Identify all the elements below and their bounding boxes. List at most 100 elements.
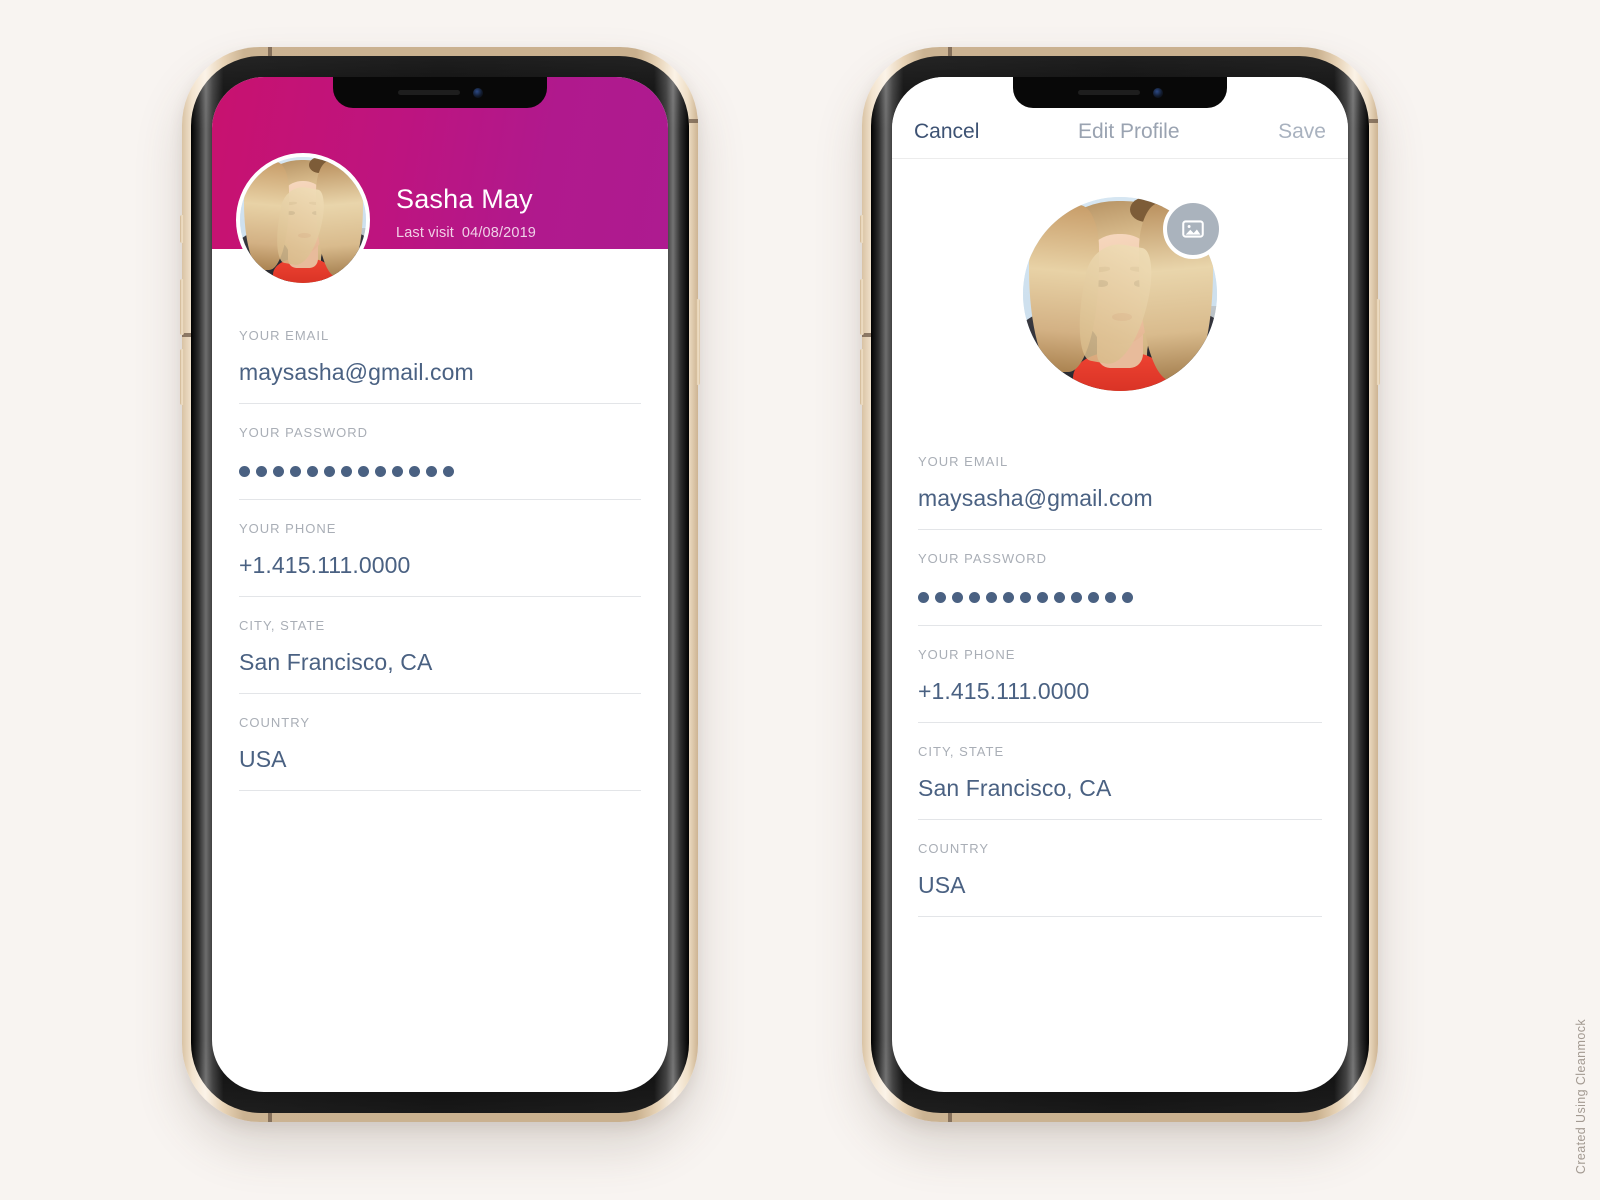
earpiece-speaker-icon bbox=[1077, 90, 1140, 95]
field-city-state[interactable]: CITY, STATE San Francisco, CA bbox=[918, 723, 1322, 820]
silent-switch-button[interactable] bbox=[180, 215, 184, 243]
field-your-password[interactable]: YOUR PASSWORD bbox=[239, 404, 641, 500]
antenna-seam bbox=[268, 47, 272, 56]
phone-field[interactable]: +1.415.111.0000 bbox=[918, 678, 1322, 705]
password-dot bbox=[426, 465, 437, 477]
front-camera-icon bbox=[472, 87, 483, 98]
volume-up-button[interactable] bbox=[860, 279, 864, 335]
mockup-stage: Sasha May Last visit 04/08/2019 YOUR EMAI… bbox=[0, 0, 1600, 1200]
password-field[interactable] bbox=[239, 460, 641, 482]
antenna-seam bbox=[948, 47, 952, 56]
password-dot bbox=[273, 465, 284, 477]
password-dot bbox=[935, 591, 946, 603]
phone-device-profile: Sasha May Last visit 04/08/2019 YOUR EMAI… bbox=[180, 47, 700, 1122]
save-button[interactable]: Save bbox=[1278, 120, 1326, 144]
field-your-password[interactable]: YOUR PASSWORD bbox=[918, 530, 1322, 626]
antenna-seam bbox=[948, 1113, 952, 1122]
front-camera-icon bbox=[1152, 87, 1163, 98]
country-field[interactable]: USA bbox=[239, 746, 641, 773]
country-field[interactable]: USA bbox=[918, 872, 1322, 899]
password-dot bbox=[1105, 591, 1116, 603]
image-icon bbox=[1182, 220, 1204, 238]
field-label: YOUR EMAIL bbox=[918, 454, 1009, 469]
password-dot bbox=[290, 465, 301, 477]
city-state-field[interactable]: San Francisco, CA bbox=[918, 775, 1322, 802]
password-dot bbox=[341, 465, 352, 477]
password-dot bbox=[256, 465, 267, 477]
device-notch bbox=[1013, 77, 1227, 108]
password-dot bbox=[1122, 591, 1133, 603]
antenna-seam bbox=[689, 119, 698, 123]
field-your-email[interactable]: YOUR EMAIL maysasha@gmail.com bbox=[918, 433, 1322, 530]
field-your-email[interactable]: YOUR EMAIL maysasha@gmail.com bbox=[239, 307, 641, 404]
profile-field-list: YOUR EMAIL maysasha@gmail.com YOUR PASSW… bbox=[212, 249, 668, 791]
device-notch bbox=[333, 77, 547, 108]
avatar-editor bbox=[1023, 197, 1223, 391]
change-photo-button[interactable] bbox=[1163, 199, 1223, 259]
email-field[interactable]: maysasha@gmail.com bbox=[239, 359, 641, 386]
field-label: CITY, STATE bbox=[239, 618, 326, 633]
last-visit: Last visit 04/08/2019 bbox=[396, 225, 536, 241]
field-country[interactable]: COUNTRY USA bbox=[239, 694, 641, 791]
password-field[interactable] bbox=[918, 586, 1322, 608]
phone-body: Cancel Edit Profile Save YOUR EMAIL mays… bbox=[871, 56, 1369, 1113]
field-label: COUNTRY bbox=[239, 715, 311, 730]
password-dot bbox=[392, 465, 403, 477]
profile-hero-row: Sasha May Last visit 04/08/2019 bbox=[236, 153, 536, 287]
watermark: Created Using Cleanmock bbox=[1574, 1018, 1588, 1174]
page-title: Edit Profile bbox=[1077, 120, 1180, 143]
app-screen-profile: Sasha May Last visit 04/08/2019 YOUR EMAI… bbox=[212, 77, 668, 1092]
field-city-state[interactable]: CITY, STATE San Francisco, CA bbox=[239, 597, 641, 694]
phone-body: Sasha May Last visit 04/08/2019 YOUR EMAI… bbox=[191, 56, 689, 1113]
last-visit-date: 04/08/2019 bbox=[461, 225, 536, 241]
password-dot bbox=[952, 591, 963, 603]
city-state-field[interactable]: San Francisco, CA bbox=[239, 649, 641, 676]
password-dot bbox=[986, 591, 997, 603]
password-dot bbox=[307, 465, 318, 477]
email-field[interactable]: maysasha@gmail.com bbox=[918, 485, 1322, 512]
phone-field[interactable]: +1.415.111.0000 bbox=[239, 552, 641, 579]
volume-down-button[interactable] bbox=[860, 349, 864, 405]
avatar[interactable] bbox=[236, 153, 370, 287]
field-label: YOUR PHONE bbox=[239, 521, 337, 536]
antenna-seam bbox=[1369, 119, 1378, 123]
power-button[interactable] bbox=[1376, 299, 1380, 385]
field-label: YOUR EMAIL bbox=[239, 328, 330, 343]
password-dot bbox=[443, 465, 454, 477]
password-dot bbox=[409, 465, 420, 477]
password-dot bbox=[1020, 591, 1031, 603]
password-dot bbox=[1037, 591, 1048, 603]
edit-field-list: YOUR EMAIL maysasha@gmail.com YOUR PASSW… bbox=[892, 391, 1348, 917]
field-label: YOUR PASSWORD bbox=[239, 425, 369, 440]
earpiece-speaker-icon bbox=[397, 90, 460, 95]
field-your-phone[interactable]: YOUR PHONE +1.415.111.0000 bbox=[918, 626, 1322, 723]
password-dot bbox=[1003, 591, 1014, 603]
volume-up-button[interactable] bbox=[180, 279, 184, 335]
cancel-button[interactable]: Cancel bbox=[914, 120, 979, 144]
last-visit-label: Last visit bbox=[396, 225, 454, 241]
password-dot bbox=[1071, 591, 1082, 603]
field-your-phone[interactable]: YOUR PHONE +1.415.111.0000 bbox=[239, 500, 641, 597]
password-dot bbox=[969, 591, 980, 603]
password-dot bbox=[239, 465, 250, 477]
password-dot bbox=[918, 591, 929, 603]
password-dot bbox=[1054, 591, 1065, 603]
field-label: YOUR PASSWORD bbox=[918, 551, 1048, 566]
profile-hero-text: Sasha May Last visit 04/08/2019 bbox=[370, 184, 536, 287]
field-label: YOUR PHONE bbox=[918, 647, 1016, 662]
field-country[interactable]: COUNTRY USA bbox=[918, 820, 1322, 917]
profile-name: Sasha May bbox=[396, 183, 533, 214]
silent-switch-button[interactable] bbox=[860, 215, 864, 243]
field-label: COUNTRY bbox=[918, 841, 990, 856]
antenna-seam bbox=[268, 1113, 272, 1122]
field-label: CITY, STATE bbox=[918, 744, 1005, 759]
phone-device-edit-profile: Cancel Edit Profile Save YOUR EMAIL mays… bbox=[860, 47, 1380, 1122]
password-dot bbox=[358, 465, 369, 477]
power-button[interactable] bbox=[696, 299, 700, 385]
volume-down-button[interactable] bbox=[180, 349, 184, 405]
password-dot bbox=[1088, 591, 1099, 603]
password-dot bbox=[324, 465, 335, 477]
password-dot bbox=[375, 465, 386, 477]
app-screen-edit-profile: Cancel Edit Profile Save YOUR EMAIL mays… bbox=[892, 77, 1348, 1092]
avatar-photo bbox=[240, 157, 366, 283]
